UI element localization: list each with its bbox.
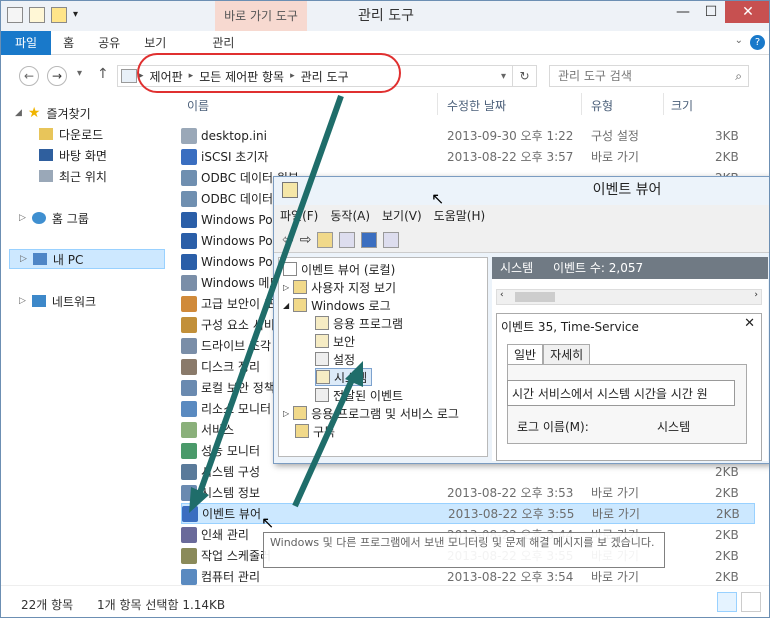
- arrow-to-event-viewer: [194, 94, 344, 503]
- mouse-cursor-icon-2: ↖: [261, 513, 275, 532]
- mouse-cursor-icon: ↖: [431, 189, 445, 208]
- annotation-arrows: [189, 94, 363, 513]
- explorer-window: ▾ 바로 가기 도구 관리 도구 — ☐ ✕ 파일 홈 공유 보기 관리 ⌄ ?…: [0, 0, 770, 618]
- arrow-head-bottom: [189, 487, 209, 513]
- arrow-to-system: [292, 371, 358, 508]
